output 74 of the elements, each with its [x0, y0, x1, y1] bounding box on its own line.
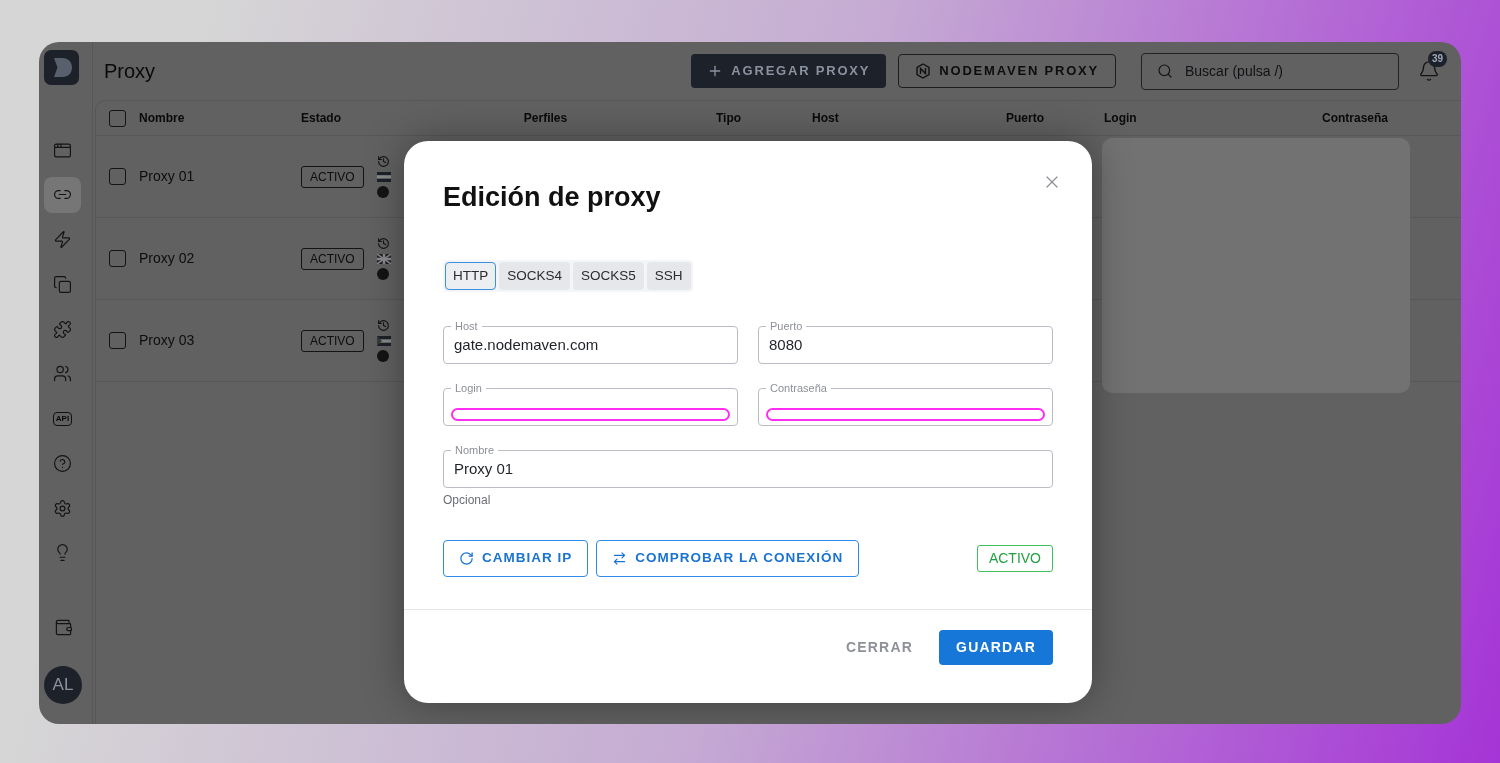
- notification-bell-icon[interactable]: [1418, 60, 1440, 82]
- puzzle-icon: [53, 319, 72, 339]
- app-logo: [44, 50, 79, 85]
- field-label: Contraseña: [769, 382, 828, 394]
- copy-icon: [53, 274, 72, 294]
- field-label: Nombre: [454, 444, 496, 456]
- users-icon: [53, 364, 72, 384]
- status-label: ACTIVO: [301, 329, 364, 352]
- helper-text: Opcional: [443, 493, 492, 507]
- checkbox[interactable]: [109, 250, 126, 267]
- swap-arrows-icon: [612, 551, 628, 566]
- page-title: Proxy: [104, 61, 156, 81]
- flag-icon: [377, 254, 391, 264]
- column-header: Estado: [301, 110, 342, 127]
- checkbox[interactable]: [109, 168, 126, 185]
- column-header: Perfiles: [522, 110, 569, 127]
- column-header: Puerto: [1006, 110, 1045, 127]
- column-header: Tipo: [716, 110, 743, 127]
- settings-icon: [53, 498, 72, 518]
- protocol-tab[interactable]: SOCKS4: [499, 262, 571, 290]
- status-label: ACTIVO: [301, 165, 364, 188]
- search-field[interactable]: Buscar (pulsa /): [1141, 52, 1399, 90]
- notification-count: 39: [1428, 51, 1447, 67]
- field-label: Puerto: [769, 320, 804, 332]
- text-field[interactable]: Login: [443, 382, 738, 426]
- check-connection-button[interactable]: COMPROBAR LA CONEXIÓN: [596, 540, 860, 577]
- column-header: Host: [812, 110, 840, 127]
- field-value: 8080: [769, 335, 803, 356]
- status-label: ACTIVO: [976, 545, 1053, 572]
- column-header: Nombre: [139, 110, 186, 127]
- field-value: gate.nodemaven.com: [454, 335, 599, 356]
- text-field[interactable]: Contraseña: [758, 382, 1053, 426]
- user-avatar[interactable]: AL: [44, 666, 82, 704]
- history-icon: [377, 237, 390, 250]
- history-icon: [377, 319, 390, 332]
- change-ip-button[interactable]: CAMBIAR IP: [443, 540, 589, 577]
- dot-icon: [377, 268, 389, 280]
- lightning-icon: [53, 230, 72, 249]
- close-text-button[interactable]: CERRAR: [843, 630, 916, 665]
- search-placeholder: Buscar (pulsa /): [1185, 61, 1284, 81]
- checkbox[interactable]: [109, 332, 126, 349]
- column-header: Contraseña: [1322, 110, 1390, 127]
- refresh-icon: [459, 551, 474, 566]
- field-label: Host: [454, 320, 479, 332]
- sidebar-item[interactable]: [44, 176, 81, 213]
- checkbox[interactable]: [109, 109, 126, 127]
- proxy-name: Proxy 03: [139, 331, 196, 350]
- wallet-icon: [53, 617, 73, 637]
- text-field[interactable]: Puerto 8080: [758, 320, 1053, 364]
- dot-icon: [377, 350, 389, 362]
- text-field[interactable]: Nombre Proxy 01: [443, 444, 1053, 488]
- field-label: Login: [454, 382, 483, 394]
- api-tag: API: [52, 411, 73, 426]
- history-icon: [377, 155, 390, 168]
- save-button[interactable]: GUARDAR: [939, 630, 1053, 665]
- protocol-tab[interactable]: SOCKS5: [573, 262, 644, 290]
- dot-icon: [377, 186, 389, 198]
- column-header: Login: [1104, 110, 1138, 127]
- dialog-title: Edición de proxy: [443, 181, 662, 214]
- proxy-name: Proxy 01: [139, 167, 196, 186]
- add-proxy-button[interactable]: AGREGAR PROXY: [691, 54, 887, 88]
- nodemaven-proxy-button[interactable]: NODEMAVEN PROXY: [898, 54, 1116, 88]
- proxy-name: Proxy 02: [139, 249, 196, 268]
- help-icon: [53, 453, 72, 473]
- protocol-tab[interactable]: SSH: [646, 262, 691, 290]
- field-value: Proxy 01: [454, 459, 514, 480]
- search-icon: [1157, 63, 1173, 79]
- status-label: ACTIVO: [301, 247, 364, 270]
- protocol-tab[interactable]: HTTP: [445, 262, 497, 290]
- text-field[interactable]: Host gate.nodemaven.com: [443, 320, 738, 364]
- flag-icon: [377, 172, 391, 182]
- flag-icon: [377, 336, 391, 346]
- sidebar-item[interactable]: API: [44, 400, 81, 437]
- hexagon-logo-icon: [915, 63, 932, 79]
